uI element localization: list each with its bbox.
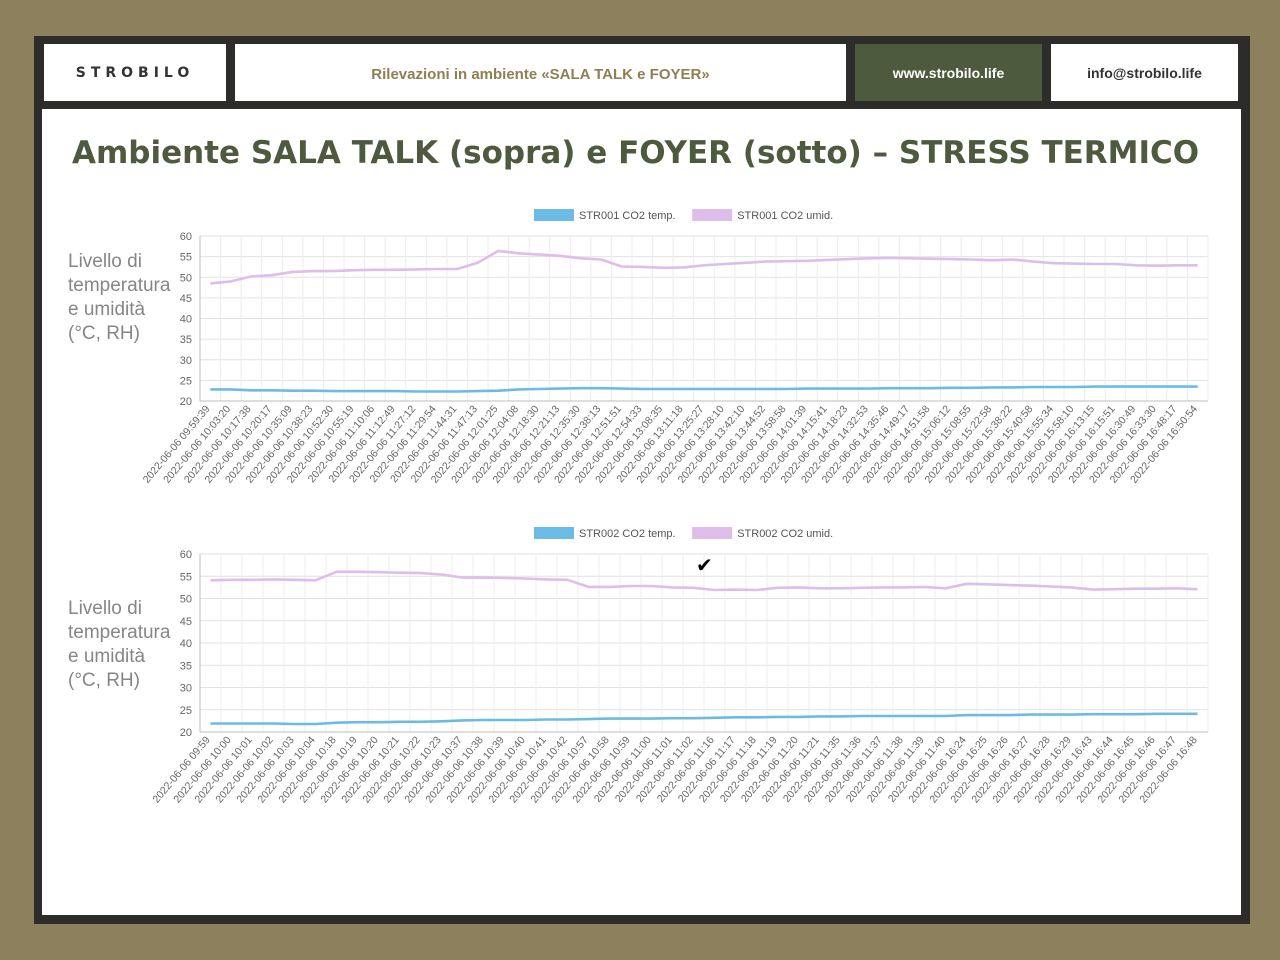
y-tick-label: 40	[180, 638, 192, 650]
website-link[interactable]: www.strobilo.life	[893, 65, 1005, 81]
checkmark-icon: ✔	[696, 553, 713, 577]
y-tick-label: 45	[180, 616, 192, 628]
website-box[interactable]: www.strobilo.life	[855, 44, 1042, 101]
y-tick-label: 55	[180, 571, 192, 583]
legend-swatch	[534, 527, 574, 539]
y-tick-label: 35	[180, 660, 192, 672]
email-link[interactable]: info@strobilo.life	[1087, 65, 1202, 81]
y-tick-label: 20	[180, 727, 192, 739]
brand-logo: STROBILO	[75, 64, 195, 81]
y-tick-label: 30	[180, 683, 192, 695]
content-panel: Ambiente SALA TALK (sopra) e FOYER (sott…	[42, 109, 1241, 915]
legend-label: STR002 CO2 temp.	[579, 528, 676, 540]
brand-logo-box: STROBILO	[44, 44, 226, 101]
subtitle-box: Rilevazioni in ambiente «SALA TALK e FOY…	[235, 44, 846, 101]
y-tick-label: 60	[180, 549, 192, 561]
legend-swatch	[692, 527, 733, 539]
email-box[interactable]: info@strobilo.life	[1051, 44, 1238, 101]
slide-frame: STROBILO Rilevazioni in ambiente «SALA T…	[34, 36, 1250, 924]
y-tick-label: 50	[180, 594, 192, 606]
legend-label: STR002 CO2 umid.	[737, 528, 833, 540]
y-tick-label: 25	[180, 705, 192, 717]
chart-foyer: 2025303540455055602022-06-06 09:592022-0…	[150, 527, 1209, 805]
header-subtitle: Rilevazioni in ambiente «SALA TALK e FOY…	[371, 66, 710, 83]
